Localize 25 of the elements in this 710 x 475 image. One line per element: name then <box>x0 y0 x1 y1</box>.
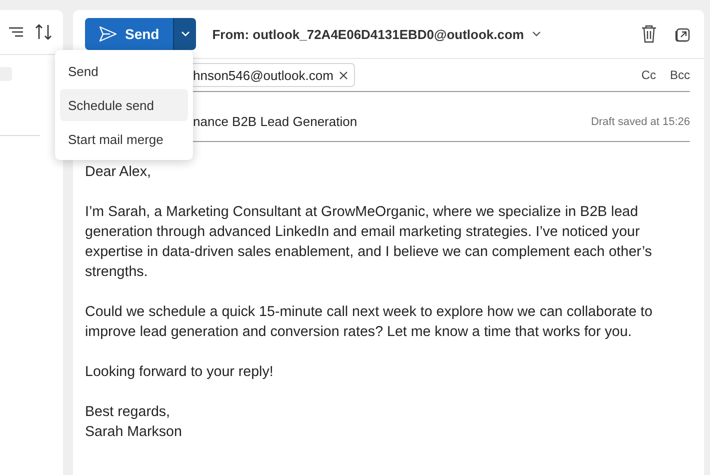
message-paragraph: Best regards, Sarah Markson <box>85 403 183 442</box>
chevron-down-icon <box>180 31 190 37</box>
trash-icon[interactable] <box>641 25 657 43</box>
from-selector[interactable]: From: outlook_72A4E06D4131EBD0@outlook.com <box>212 26 541 42</box>
close-icon[interactable] <box>339 70 348 80</box>
menu-item[interactable]: Send <box>60 55 188 87</box>
menu-item[interactable]: Schedule send <box>60 89 188 121</box>
message-paragraph: Looking forward to your reply! <box>85 363 274 382</box>
message-paragraph: I’m Sarah, a Marketing Consultant at GrowMeOrganic, where we specialize in B2B lead generation through advanced LinkedIn and email marketing strategies. I’ve noticed your expertise in data-driven sales enablement, and I believe we can complement each other’s strengths. <box>85 203 653 282</box>
send-button[interactable]: Send <box>85 18 174 50</box>
subject-field[interactable]: nance B2B Lead Generation <box>193 114 393 129</box>
draft-status: Draft saved at 15:26 <box>590 116 690 128</box>
sort-icon[interactable] <box>35 24 53 40</box>
pop-out-icon[interactable] <box>675 26 690 42</box>
message-paragraph: Dear Alex, <box>85 163 152 182</box>
cc-button[interactable]: Cc <box>641 68 656 82</box>
menu-item[interactable]: Start mail merge <box>60 123 188 155</box>
send-options-button[interactable] <box>173 18 196 50</box>
recipient-address: hnson546@outlook.com <box>193 68 334 82</box>
chevron-down-icon <box>532 31 541 37</box>
filter-icon[interactable] <box>9 26 23 38</box>
recipient-chip[interactable]: hnson546@outlook.com <box>193 63 356 87</box>
bcc-button[interactable]: Bcc <box>670 68 690 82</box>
send-icon <box>99 26 117 42</box>
message-paragraph: Could we schedule a quick 15-minute call next week to explore how we can collaborate to improve lead generation and conversion rates? Let me know a time that works for you. <box>85 303 654 342</box>
